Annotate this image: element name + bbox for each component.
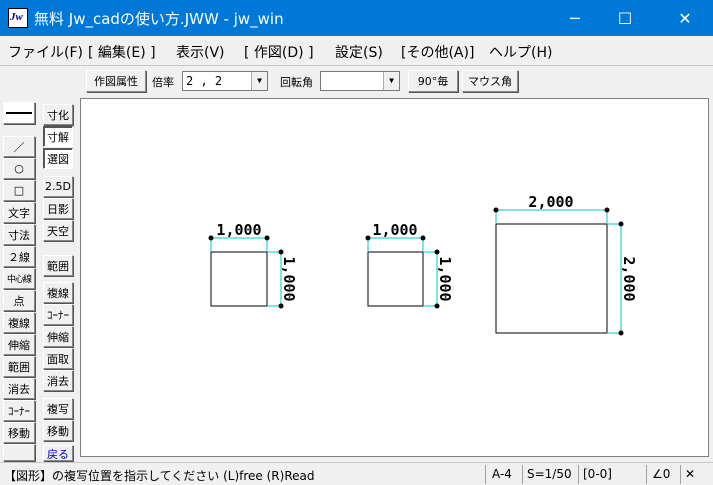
dimension-text-2: 1,000 xyxy=(372,221,417,239)
status-divider xyxy=(485,465,486,484)
tool-erase-2[interactable]: 消去 xyxy=(43,370,73,391)
tool-text[interactable]: 文字 xyxy=(3,202,35,223)
tool-move-2[interactable]: 移動 xyxy=(43,420,73,441)
square-shape-1[interactable] xyxy=(210,251,268,307)
dimension-point xyxy=(604,207,610,213)
tool-range-2[interactable]: 範囲 xyxy=(43,255,73,276)
tool-stretch[interactable]: 伸縮 xyxy=(3,334,35,355)
tool-offset[interactable]: 複線 xyxy=(3,312,35,333)
menu-draw[interactable]: [ 作図(D) ] xyxy=(244,42,314,62)
status-divider xyxy=(646,465,647,484)
chevron-down-icon[interactable]: ▼ xyxy=(383,72,399,90)
chevron-down-icon[interactable]: ▼ xyxy=(251,72,267,90)
status-message: 【図形】の複写位置を指示してください (L)free (R)Read xyxy=(4,469,315,483)
dimension-text-3-vertical: 2,000 xyxy=(620,256,638,301)
drawing-canvas[interactable]: 1,000 1,000 1,000 1,000 2,000 2,000 xyxy=(80,98,709,457)
app-icon-label: Jw xyxy=(10,11,23,23)
tool-double-line[interactable]: ２線 xyxy=(3,246,35,267)
tool-rectangle[interactable]: □ xyxy=(3,180,35,201)
angle-indicator[interactable]: ∠0 xyxy=(652,467,670,481)
status-divider xyxy=(578,465,579,484)
tool-chamfer[interactable]: 消去 xyxy=(3,378,35,399)
menu-help[interactable]: ヘルプ(H) xyxy=(489,42,552,62)
mouse-angle-button[interactable]: マウス角 xyxy=(462,70,518,92)
dimension-point xyxy=(264,235,270,241)
rotation-select[interactable]: ▼ xyxy=(320,71,400,91)
menu-view[interactable]: 表示(V) xyxy=(176,42,225,62)
tool-chamfer-2[interactable]: 面取 xyxy=(43,348,73,369)
menu-edit[interactable]: [ 編集(E) ] xyxy=(88,42,156,62)
tool-shadow[interactable]: 日影 xyxy=(43,198,73,219)
tool-range[interactable]: 範囲 xyxy=(3,356,35,377)
tool-stretch-2[interactable]: 伸縮 xyxy=(43,326,73,347)
drawing-scale[interactable]: S=1/50 xyxy=(527,467,572,481)
drawing-svg[interactable]: 1,000 1,000 1,000 1,000 2,000 2,000 xyxy=(81,99,710,458)
close-button[interactable]: ✕ xyxy=(662,0,708,36)
tool-dimension[interactable]: 寸法 xyxy=(3,224,35,245)
square-shape-2[interactable] xyxy=(367,251,424,307)
dimension-point xyxy=(618,330,624,336)
dimension-point xyxy=(420,235,426,241)
window-title: 無料 Jw_cadの使い方.JWW - jw_win xyxy=(34,10,284,28)
tool-select-figure[interactable]: 選図 xyxy=(43,148,73,169)
tool-center-line[interactable]: 中心線 xyxy=(3,268,35,289)
menu-settings[interactable]: 設定(S) xyxy=(335,42,383,62)
close-icon[interactable]: ✕ xyxy=(685,467,695,481)
tool-2-5d[interactable]: 2.5D xyxy=(43,176,73,197)
tool-dim-group[interactable]: 寸化 xyxy=(43,104,73,125)
menu-bar: ファイル(F) [ 編集(E) ] 表示(V) [ 作図(D) ] 設定(S) … xyxy=(0,36,713,66)
status-divider xyxy=(522,465,523,484)
line-type-selector[interactable] xyxy=(3,102,35,124)
scale-value: 2 , 2 xyxy=(186,74,223,88)
dimension-point xyxy=(434,303,440,309)
tool-copy[interactable]: 複写 xyxy=(43,398,73,419)
deg90-button[interactable]: 90°毎 xyxy=(408,70,458,92)
tool-circle[interactable]: ○ xyxy=(3,158,35,179)
scale-select[interactable]: 2 , 2 ▼ xyxy=(182,71,268,91)
draw-attribute-button[interactable]: 作図属性 xyxy=(86,70,146,92)
title-bar: Jw 無料 Jw_cadの使い方.JWW - jw_win ─ ☐ ✕ xyxy=(0,0,713,36)
dimension-text-3: 2,000 xyxy=(528,193,573,211)
dimension-point xyxy=(278,303,284,309)
dimension-text-2-vertical: 1,000 xyxy=(436,256,454,301)
menu-file[interactable]: ファイル(F) xyxy=(8,42,83,62)
app-icon[interactable]: Jw xyxy=(8,8,28,28)
minimize-button[interactable]: ─ xyxy=(552,0,598,36)
layer-indicator[interactable]: [0-0] xyxy=(583,467,612,481)
tool-move[interactable] xyxy=(3,444,35,461)
tool-undo[interactable]: 戻る xyxy=(43,445,73,461)
dimension-point xyxy=(434,249,440,255)
control-bar: 作図属性 倍率 2 , 2 ▼ 回転角 ▼ 90°毎 マウス角 xyxy=(0,67,713,96)
tool-erase[interactable]: ｺｰﾅｰ xyxy=(3,400,35,421)
paper-size[interactable]: A-4 xyxy=(492,467,512,481)
tool-offset-2[interactable]: 複線 xyxy=(43,282,73,303)
tool-line[interactable]: ／ xyxy=(3,136,35,157)
dimension-point xyxy=(493,207,499,213)
line-type-sample xyxy=(6,112,32,114)
dimension-point xyxy=(278,249,284,255)
menu-other[interactable]: [その他(A)] xyxy=(401,42,474,62)
status-bar: 【図形】の複写位置を指示してください (L)free (R)Read A-4 S… xyxy=(0,462,713,485)
tool-point[interactable]: 点 xyxy=(3,290,35,311)
dimension-text-1: 1,000 xyxy=(216,221,261,239)
tool-dim-ungroup[interactable]: 寸解 xyxy=(43,126,73,147)
dimension-point xyxy=(618,221,624,227)
tool-corner-2[interactable]: ｺｰﾅｰ xyxy=(43,304,73,325)
scale-label: 倍率 xyxy=(152,76,174,89)
tool-corner[interactable]: 移動 xyxy=(3,422,35,443)
tool-sky[interactable]: 天空 xyxy=(43,220,73,241)
dimension-point xyxy=(208,235,214,241)
dimension-point xyxy=(365,235,371,241)
status-divider xyxy=(680,465,681,484)
maximize-button[interactable]: ☐ xyxy=(602,0,648,36)
rotation-label: 回転角 xyxy=(280,76,313,89)
dimension-text-1-vertical: 1,000 xyxy=(280,256,298,301)
square-shape-3[interactable] xyxy=(495,223,608,334)
